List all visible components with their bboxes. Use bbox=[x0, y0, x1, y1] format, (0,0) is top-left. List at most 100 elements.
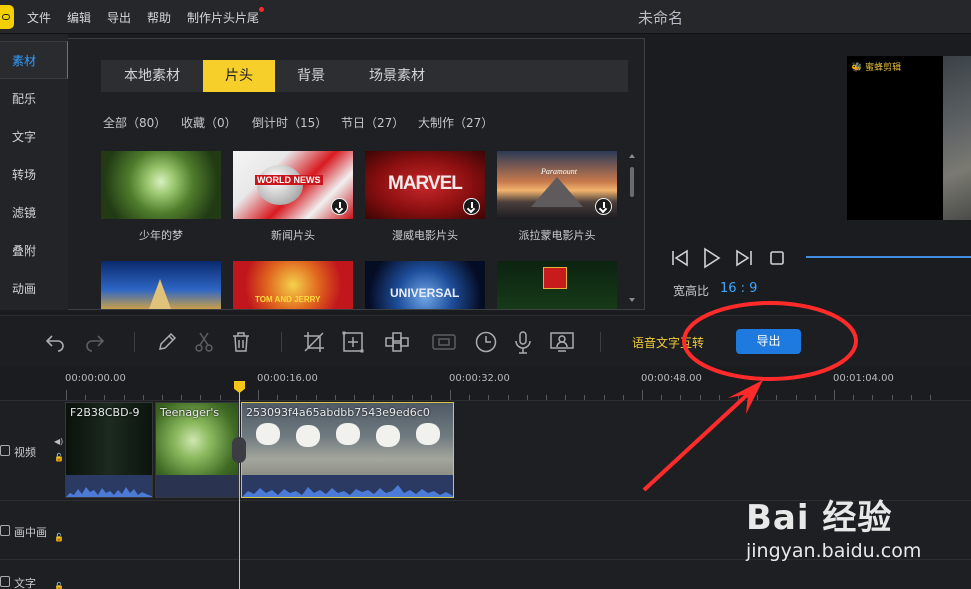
track-label: 视频 bbox=[14, 446, 36, 459]
play-icon[interactable] bbox=[702, 247, 722, 269]
thumbnail-tom-jerry-intro[interactable]: TOM AND JERRY bbox=[233, 261, 353, 309]
split-screen-icon[interactable] bbox=[385, 330, 409, 354]
baidu-jingyan-url: jingyan.baidu.com bbox=[746, 540, 922, 562]
menu-make-intro-outro[interactable]: 制作片头片尾 bbox=[187, 9, 259, 26]
thumbnail-label: 漫威电影片头 bbox=[392, 229, 458, 242]
sidebar: 素材 配乐 文字 转场 滤镜 叠附 动画 bbox=[0, 34, 68, 310]
ruler-tick bbox=[834, 390, 835, 400]
preview-progress-bar[interactable] bbox=[806, 256, 971, 258]
edit-toolbar: 语音文字互转 导出 bbox=[0, 315, 971, 367]
mosaic-icon[interactable] bbox=[341, 330, 365, 354]
clip-name: 253093f4a65abdbb7543e9ed6c0 bbox=[246, 406, 430, 419]
clip-name: Teenager's bbox=[160, 406, 220, 419]
clip-split-handle[interactable] bbox=[232, 437, 246, 463]
preview-watermark: 🐝 蜜蜂剪辑 bbox=[851, 63, 902, 73]
ruler-label: 00:01:04.00 bbox=[833, 373, 894, 384]
thumbnail-dragon-intro[interactable] bbox=[497, 261, 617, 309]
material-library: 本地素材 片头 背景 场景素材 全部（80） 收藏（0） 倒计时（15） 节日（… bbox=[68, 38, 645, 310]
sidebar-item-transition[interactable]: 转场 bbox=[0, 156, 68, 194]
sidebar-item-text[interactable]: 文字 bbox=[0, 118, 68, 156]
timeline-ruler[interactable]: 00:00:00.00 00:00:16.00 00:00:32.00 00:0… bbox=[0, 367, 971, 400]
video-clip[interactable]: F2B38CBD-9 bbox=[65, 402, 153, 498]
sidebar-item-material[interactable]: 素材 bbox=[0, 41, 68, 79]
thumbnail-label: 少年的梦 bbox=[139, 229, 183, 242]
clip-name: F2B38CBD-9 bbox=[70, 406, 140, 419]
library-scrollbar-thumb[interactable] bbox=[630, 167, 634, 197]
duration-clock-icon[interactable] bbox=[474, 330, 498, 354]
stop-icon[interactable] bbox=[769, 250, 785, 266]
playhead-line bbox=[239, 392, 240, 589]
preview-panel: 🐝 蜜蜂剪辑 宽高比 16 : 9 bbox=[650, 38, 971, 310]
library-tabs: 本地素材 片头 背景 场景素材 bbox=[101, 60, 628, 92]
tab-background[interactable]: 背景 bbox=[275, 60, 347, 92]
menu-export[interactable]: 导出 bbox=[107, 9, 131, 26]
ruler-label: 00:00:32.00 bbox=[449, 373, 510, 384]
preview-video[interactable]: 🐝 蜜蜂剪辑 bbox=[847, 56, 971, 220]
scissors-icon[interactable] bbox=[192, 330, 216, 354]
edit-pencil-icon[interactable] bbox=[155, 330, 179, 354]
thumbnail-teen-dream[interactable] bbox=[101, 151, 221, 219]
screen-record-icon[interactable] bbox=[550, 330, 574, 354]
lock-icon[interactable]: 🔓 bbox=[54, 533, 64, 542]
delete-icon[interactable] bbox=[229, 330, 253, 354]
track-text: 文字 🔓 bbox=[0, 559, 971, 589]
pip-track-icon bbox=[0, 525, 10, 536]
ruler-label: 00:00:00.00 bbox=[65, 373, 126, 384]
sidebar-item-music[interactable]: 配乐 bbox=[0, 80, 68, 118]
track-label: 画中画 bbox=[14, 526, 47, 539]
filter-all[interactable]: 全部（80） bbox=[103, 114, 166, 131]
ruler-tick bbox=[642, 390, 643, 400]
video-clip-selected[interactable]: 253093f4a65abdbb7543e9ed6c0 bbox=[241, 402, 454, 498]
track-label: 文字 bbox=[14, 577, 36, 589]
download-icon[interactable] bbox=[331, 198, 348, 215]
thumbnail-label: 新闻片头 bbox=[271, 229, 315, 242]
redo-icon[interactable] bbox=[83, 330, 107, 354]
scroll-up-icon[interactable] bbox=[629, 154, 635, 158]
filter-blockbuster[interactable]: 大制作（27） bbox=[418, 114, 493, 131]
export-button[interactable]: 导出 bbox=[736, 329, 801, 354]
ruler-label: 00:00:16.00 bbox=[257, 373, 318, 384]
undo-icon[interactable] bbox=[43, 330, 67, 354]
download-icon[interactable] bbox=[595, 198, 612, 215]
scroll-down-icon[interactable] bbox=[629, 298, 635, 302]
volume-icon[interactable]: ◀) bbox=[54, 437, 63, 446]
freeze-frame-icon[interactable] bbox=[432, 330, 456, 354]
title-bar: 文件 编辑 导出 帮助 制作片头片尾 未命名 bbox=[0, 0, 971, 34]
thumbnail-news-intro[interactable]: WORLD NEWS bbox=[233, 151, 353, 219]
menu-help[interactable]: 帮助 bbox=[147, 9, 171, 26]
next-frame-icon[interactable] bbox=[734, 249, 754, 267]
menu-file[interactable]: 文件 bbox=[27, 9, 51, 26]
video-track-icon bbox=[0, 445, 10, 456]
thumbnail-universal-intro[interactable]: UNIVERSAL bbox=[365, 261, 485, 309]
window-title: 未命名 bbox=[638, 9, 684, 27]
thumbnail-castle-intro[interactable] bbox=[101, 261, 221, 309]
tab-local-material[interactable]: 本地素材 bbox=[101, 60, 203, 92]
video-clip[interactable]: Teenager's bbox=[155, 402, 239, 498]
lock-icon[interactable]: 🔓 bbox=[54, 453, 64, 462]
app-window: 文件 编辑 导出 帮助 制作片头片尾 未命名 素材 配乐 文字 转场 滤镜 叠附… bbox=[0, 0, 971, 589]
text-track-icon bbox=[0, 576, 10, 587]
crop-icon[interactable] bbox=[302, 330, 326, 354]
sidebar-item-filter[interactable]: 滤镜 bbox=[0, 194, 68, 232]
aspect-ratio-selector[interactable]: 16 : 9 bbox=[720, 281, 757, 296]
filter-holiday[interactable]: 节日（27） bbox=[341, 114, 404, 131]
thumbnail-label: 派拉蒙电影片头 bbox=[518, 229, 596, 242]
speech-text-convert-button[interactable]: 语音文字互转 bbox=[632, 334, 704, 351]
thumbnail-marvel-intro[interactable]: MARVEL bbox=[365, 151, 485, 219]
baidu-jingyan-logo: Bai 经验 bbox=[746, 498, 893, 538]
tab-scene-material[interactable]: 场景素材 bbox=[347, 60, 447, 92]
thumbnail-paramount-intro[interactable]: Paramount bbox=[497, 151, 617, 219]
sidebar-item-animation[interactable]: 动画 bbox=[0, 270, 68, 308]
microphone-icon[interactable] bbox=[511, 330, 535, 354]
notification-dot bbox=[259, 7, 264, 12]
lock-icon[interactable]: 🔓 bbox=[54, 582, 64, 589]
sidebar-item-overlay[interactable]: 叠附 bbox=[0, 232, 68, 270]
filter-favorites[interactable]: 收藏（0） bbox=[181, 114, 237, 131]
previous-frame-icon[interactable] bbox=[670, 249, 690, 267]
download-icon[interactable] bbox=[463, 198, 480, 215]
ruler-label: 00:00:48.00 bbox=[641, 373, 702, 384]
ruler-tick bbox=[450, 390, 451, 400]
menu-edit[interactable]: 编辑 bbox=[67, 9, 91, 26]
tab-intro[interactable]: 片头 bbox=[203, 60, 275, 92]
filter-countdown[interactable]: 倒计时（15） bbox=[252, 114, 327, 131]
